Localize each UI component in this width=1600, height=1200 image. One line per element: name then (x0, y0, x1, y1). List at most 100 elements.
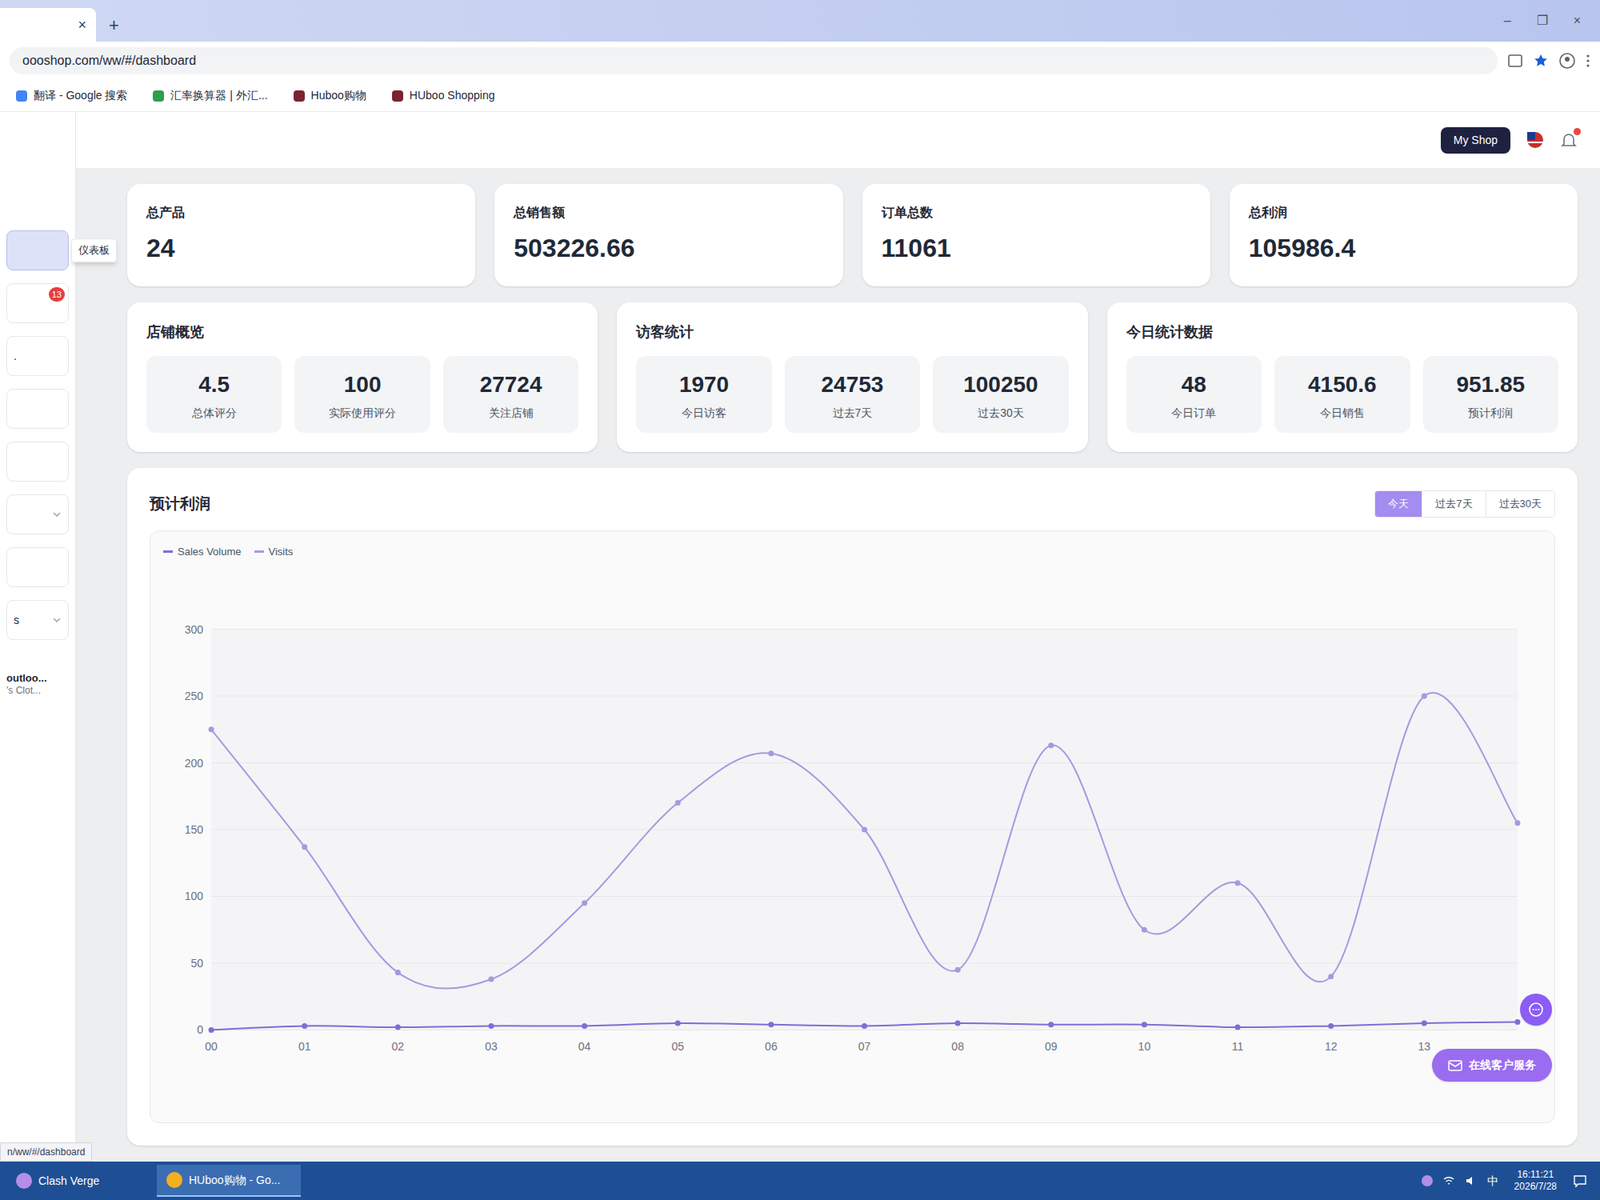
window-control-button[interactable]: ❐ (1536, 11, 1548, 31)
window-control-button[interactable]: – (1504, 11, 1512, 31)
chart-point[interactable] (768, 1021, 774, 1028)
app-icon (16, 1172, 32, 1189)
flag-icon[interactable] (1526, 131, 1544, 149)
star-icon[interactable] (1532, 52, 1549, 69)
notification-button[interactable] (1560, 131, 1578, 149)
taskbar-app[interactable]: Clash Verge (6, 1164, 151, 1197)
chart-point[interactable] (581, 900, 588, 906)
x-tick: 08 (951, 1040, 964, 1053)
new-tab-button[interactable]: + (96, 8, 132, 42)
chart-legend: Sales Volume Visits (163, 544, 1542, 560)
chart-point[interactable] (675, 800, 681, 806)
url-field[interactable]: oooshop.com/ww/#/dashboard (9, 47, 1498, 75)
chart-point[interactable] (301, 1023, 308, 1029)
chart-point[interactable] (1514, 820, 1520, 826)
ime-indicator[interactable]: 中 (1487, 1172, 1499, 1190)
volume-icon[interactable] (1464, 1174, 1478, 1188)
chart-point[interactable] (955, 967, 961, 973)
chart-point[interactable] (1048, 1021, 1054, 1028)
metric-box: 48今日订单 (1126, 356, 1262, 433)
chart-point[interactable] (955, 1020, 961, 1027)
svg-text:100: 100 (184, 889, 204, 903)
bookmarks-bar: 翻译 - Google 搜索 汇率换算器 | 外汇... Huboo购物 HUboo … (0, 80, 1600, 112)
metric-box: 24753过去7天 (784, 356, 920, 433)
sidebar-item[interactable] (6, 441, 69, 482)
chart-point[interactable] (861, 1023, 868, 1029)
mail-icon (1448, 1060, 1463, 1072)
chart-point[interactable] (488, 1023, 494, 1029)
sidebar-item[interactable] (6, 547, 69, 588)
translate-icon[interactable] (1507, 52, 1524, 69)
sidebar-item[interactable] (6, 494, 69, 535)
customer-service-button[interactable]: 在线客户服务 (1432, 1048, 1552, 1082)
stat-card: 总利润105986.4 (1229, 184, 1578, 287)
metric-box: 951.85预计利润 (1423, 356, 1559, 433)
chart-series (208, 1019, 1521, 1033)
chart-point[interactable] (208, 726, 215, 732)
window-control-button[interactable]: × (1573, 11, 1581, 31)
chart-point[interactable] (1514, 1019, 1520, 1025)
bookmark[interactable]: Huboo购物 (293, 87, 367, 104)
chart-point[interactable] (1421, 693, 1428, 700)
sidebar-item[interactable]: s (6, 600, 69, 640)
chart-series (208, 692, 1521, 989)
bookmark-icon (293, 90, 305, 102)
legend-item[interactable]: Sales Volume (163, 544, 242, 560)
chart-point[interactable] (1048, 742, 1054, 748)
chart-point[interactable] (768, 750, 774, 756)
chart-point[interactable] (1141, 927, 1148, 933)
sidebar-tooltip: 仪表板 (71, 238, 117, 263)
chart-point[interactable] (1235, 880, 1241, 886)
sidebar-item[interactable]: . (6, 336, 69, 376)
window-controls: – ❐ × (1504, 0, 1594, 42)
system-tray: 中 16:11:212026/7/28 (1421, 1168, 1594, 1193)
bookmark[interactable]: HUboo Shopping (392, 87, 496, 104)
chart-point[interactable] (675, 1020, 681, 1027)
tab-close-button[interactable]: × (77, 14, 87, 36)
y-tick: 300 (184, 623, 1518, 636)
shop-info[interactable]: outloo...'s Clot... (6, 672, 69, 697)
status-url: n/ww/#/dashboard (0, 1142, 92, 1162)
chart-point[interactable] (1421, 1020, 1428, 1027)
stat-card: 总销售额503226.66 (494, 184, 843, 287)
notification-center-icon[interactable] (1572, 1173, 1588, 1188)
taskbar-app[interactable]: HUboo购物 - Go... (156, 1164, 301, 1197)
app-icon (166, 1172, 183, 1188)
range-tab[interactable]: 过去7天 (1421, 491, 1485, 517)
y-tick: 100 (184, 889, 1518, 903)
chart-point[interactable] (301, 844, 308, 850)
tray-app-icon[interactable] (1421, 1175, 1433, 1187)
chart-point[interactable] (208, 1027, 215, 1033)
profile-icon[interactable] (1558, 52, 1576, 70)
profit-chart: 3002502001501005000001020304050607080910… (163, 565, 1542, 1110)
bookmark[interactable]: 翻译 - Google 搜索 (16, 87, 128, 104)
network-icon[interactable] (1442, 1174, 1456, 1188)
chat-button[interactable] (1520, 993, 1552, 1026)
chart-point[interactable] (1328, 1023, 1334, 1029)
sidebar-item[interactable]: 13 (6, 283, 69, 324)
chart-point[interactable] (1141, 1021, 1148, 1028)
chart-point[interactable] (395, 969, 401, 976)
my-shop-button[interactable]: My Shop (1440, 127, 1511, 154)
clock[interactable]: 16:11:212026/7/28 (1508, 1168, 1564, 1193)
legend-item[interactable]: Visits (254, 544, 294, 560)
menu-icon[interactable] (1585, 52, 1591, 69)
browser-tab[interactable]: × (0, 8, 96, 42)
sidebar-item[interactable] (6, 388, 69, 429)
bookmark-icon (392, 90, 404, 102)
chart-point[interactable] (581, 1023, 588, 1029)
sidebar-item[interactable]: 仪表板 (6, 230, 69, 271)
chevron-down-icon (52, 615, 62, 625)
x-tick: 02 (392, 1040, 405, 1053)
chart-point[interactable] (488, 976, 494, 982)
x-tick: 13 (1418, 1040, 1432, 1053)
bookmark[interactable]: 汇率换算器 | 外汇... (152, 87, 268, 104)
y-tick: 250 (184, 689, 1518, 703)
range-tab[interactable]: 今天 (1375, 491, 1422, 517)
chart-point[interactable] (1235, 1024, 1241, 1031)
chart-point[interactable] (395, 1024, 401, 1031)
sidebar-badge: 13 (48, 287, 65, 302)
range-tab[interactable]: 过去30天 (1485, 491, 1555, 517)
chart-point[interactable] (861, 826, 868, 832)
chart-point[interactable] (1328, 973, 1334, 980)
